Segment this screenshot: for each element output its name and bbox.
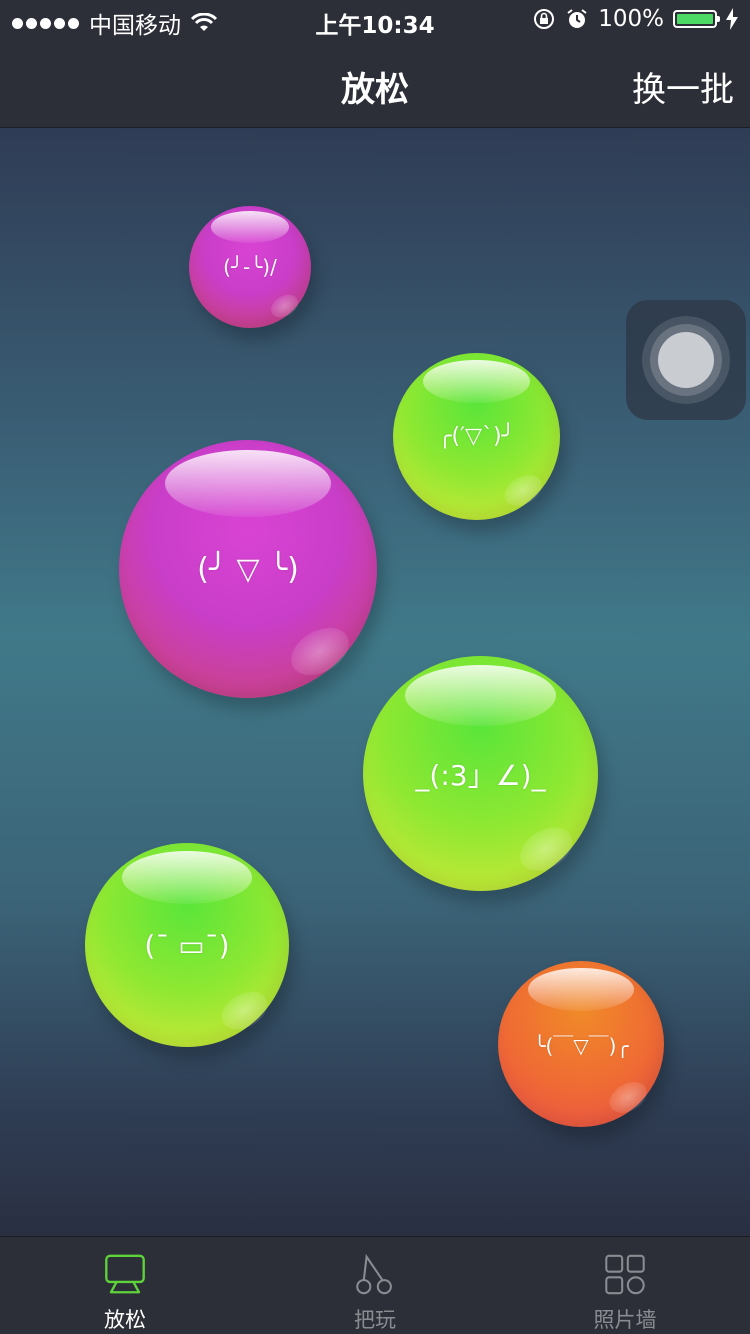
charging-icon [726, 8, 738, 30]
navigation-bar: 中国移动 上午10:34 100% 放松 换一批 [0, 0, 750, 128]
grid-icon [605, 1254, 645, 1295]
emoticon-bubble[interactable]: (¯ ▭¯) [85, 843, 289, 1047]
chat-bubble-icon [105, 1254, 145, 1294]
bubble-face: ╰(￣▽￣)╭ [533, 1033, 629, 1058]
emoticon-bubble[interactable]: (╯-╰)/ [189, 206, 311, 328]
bubble-face: (¯ ▭¯) [144, 928, 230, 962]
tab-bar: 放松 把玩 照片墙 [0, 1236, 750, 1334]
battery-percent: 100% [598, 6, 664, 32]
emoticon-bubble[interactable]: ╭(′▽`)╯ [393, 353, 560, 520]
bubble-face: (╯-╰)/ [223, 255, 277, 279]
status-right: 100% [532, 6, 738, 32]
assistive-touch-button[interactable] [626, 300, 746, 420]
tab-label: 把玩 [354, 1308, 396, 1332]
refresh-batch-button[interactable]: 换一批 [632, 62, 734, 111]
bubble-playground[interactable]: (╯-╰)/ ╭(′▽`)╯ (╯ ▽ ╰) _(:3」∠)_ (¯ ▭¯) ╰… [0, 128, 750, 1236]
rotation-lock-icon [534, 9, 555, 29]
tab-label: 放松 [104, 1308, 146, 1332]
alarm-icon [567, 9, 587, 28]
status-bar: 中国移动 上午10:34 100% [0, 0, 750, 40]
tab-play[interactable]: 把玩 [250, 1237, 500, 1334]
bubble-face: ╭(′▽`)╯ [438, 424, 515, 449]
tab-label: 照片墙 [593, 1308, 657, 1332]
emoticon-bubble[interactable]: (╯ ▽ ╰) [119, 440, 377, 698]
battery-icon [673, 10, 720, 28]
tab-photo-wall[interactable]: 照片墙 [500, 1237, 750, 1334]
emoticon-bubble[interactable]: _(:3」∠)_ [363, 656, 598, 891]
tab-relax[interactable]: 放松 [0, 1237, 250, 1334]
cherries-icon [356, 1253, 392, 1295]
emoticon-bubble[interactable]: ╰(￣▽￣)╭ [498, 961, 664, 1127]
bubble-face: (╯ ▽ ╰) [197, 551, 299, 587]
bubble-face: _(:3」∠)_ [415, 758, 546, 792]
